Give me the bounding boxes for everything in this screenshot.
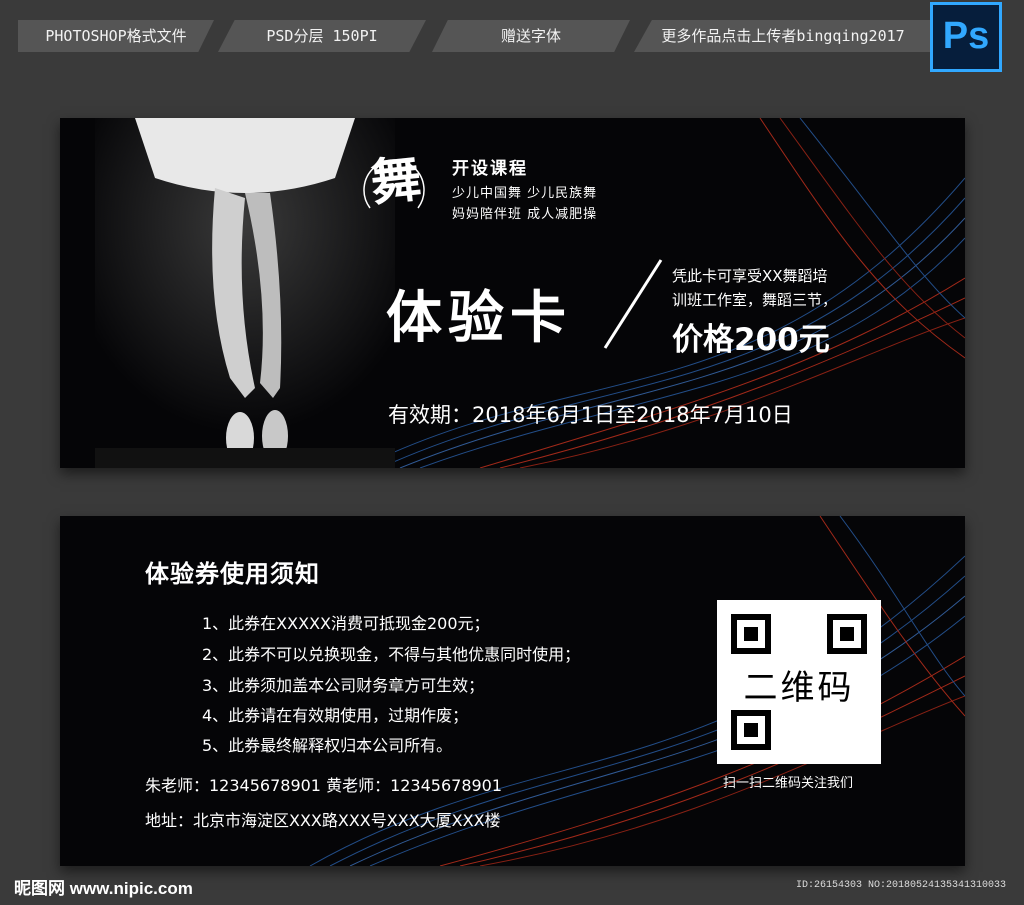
price-label: 价格200元 bbox=[672, 322, 830, 358]
offer-description-2: 训班工作室，舞蹈三节， bbox=[672, 291, 838, 309]
validity-period: 有效期：2018年6月1日至2018年7月10日 bbox=[388, 403, 793, 427]
tab-format: PHOTOSHOP格式文件 bbox=[18, 20, 214, 52]
teacher-phones: 朱老师：12345678901 黄老师：12345678901 bbox=[145, 776, 503, 795]
offer-description-1: 凭此卡可享受XX舞蹈培 bbox=[672, 267, 828, 285]
rule-5: 5、此券最终解释权归本公司所有。 bbox=[202, 736, 453, 755]
logo-character: 舞 bbox=[368, 148, 424, 213]
card-heading: 体验卡 bbox=[386, 286, 572, 351]
trial-card-front: 舞 开设课程 少儿中国舞 少儿民族舞 妈妈陪伴班 成人减肥操 体验卡 凭此卡可享… bbox=[60, 118, 965, 468]
top-banner: PHOTOSHOP格式文件 PSD分层 150PI 赠送字体 更多作品点击上传者… bbox=[0, 0, 1024, 72]
qr-caption: 扫一扫二维码关注我们 bbox=[723, 776, 854, 791]
tab-more-works[interactable]: 更多作品点击上传者bingqing2017 bbox=[634, 20, 932, 52]
qr-finder-bottom-left bbox=[731, 710, 771, 750]
qr-label: 二维码 bbox=[743, 668, 855, 708]
rule-1: 1、此券在XXXXX消费可抵现金200元； bbox=[202, 614, 490, 633]
trial-card-back: 体验券使用须知 1、此券在XXXXX消费可抵现金200元； 2、此券不可以兑换现… bbox=[60, 516, 965, 866]
tab-fonts: 赠送字体 bbox=[432, 20, 630, 52]
tab-layers: PSD分层 150PI bbox=[218, 20, 426, 52]
address: 地址：北京市海淀区XXX路XXX号XXX大厦XXX楼 bbox=[145, 811, 501, 830]
image-id: ID:26154303 NO:20180524135341310033 bbox=[796, 880, 1007, 891]
qr-code-icon[interactable]: 二维码 bbox=[717, 600, 881, 764]
course-line-2: 妈妈陪伴班 成人减肥操 bbox=[452, 207, 598, 222]
ps-logo-icon: Ps bbox=[930, 2, 1002, 72]
course-title: 开设课程 bbox=[452, 159, 528, 179]
qr-finder-top-left bbox=[731, 614, 771, 654]
rule-2: 2、此券不可以兑换现金，不得与其他优惠同时使用； bbox=[202, 645, 581, 664]
rule-3: 3、此券须加盖本公司财务章方可生效； bbox=[202, 676, 485, 695]
divider-slash bbox=[603, 259, 663, 349]
site-watermark: 昵图网 www.nipic.com bbox=[14, 879, 193, 898]
ballerina-image bbox=[95, 118, 395, 468]
notice-title: 体验券使用须知 bbox=[145, 560, 320, 588]
qr-finder-top-right bbox=[827, 614, 867, 654]
rule-4: 4、此券请在有效期使用，过期作废； bbox=[202, 706, 469, 725]
course-line-1: 少儿中国舞 少儿民族舞 bbox=[452, 186, 598, 201]
